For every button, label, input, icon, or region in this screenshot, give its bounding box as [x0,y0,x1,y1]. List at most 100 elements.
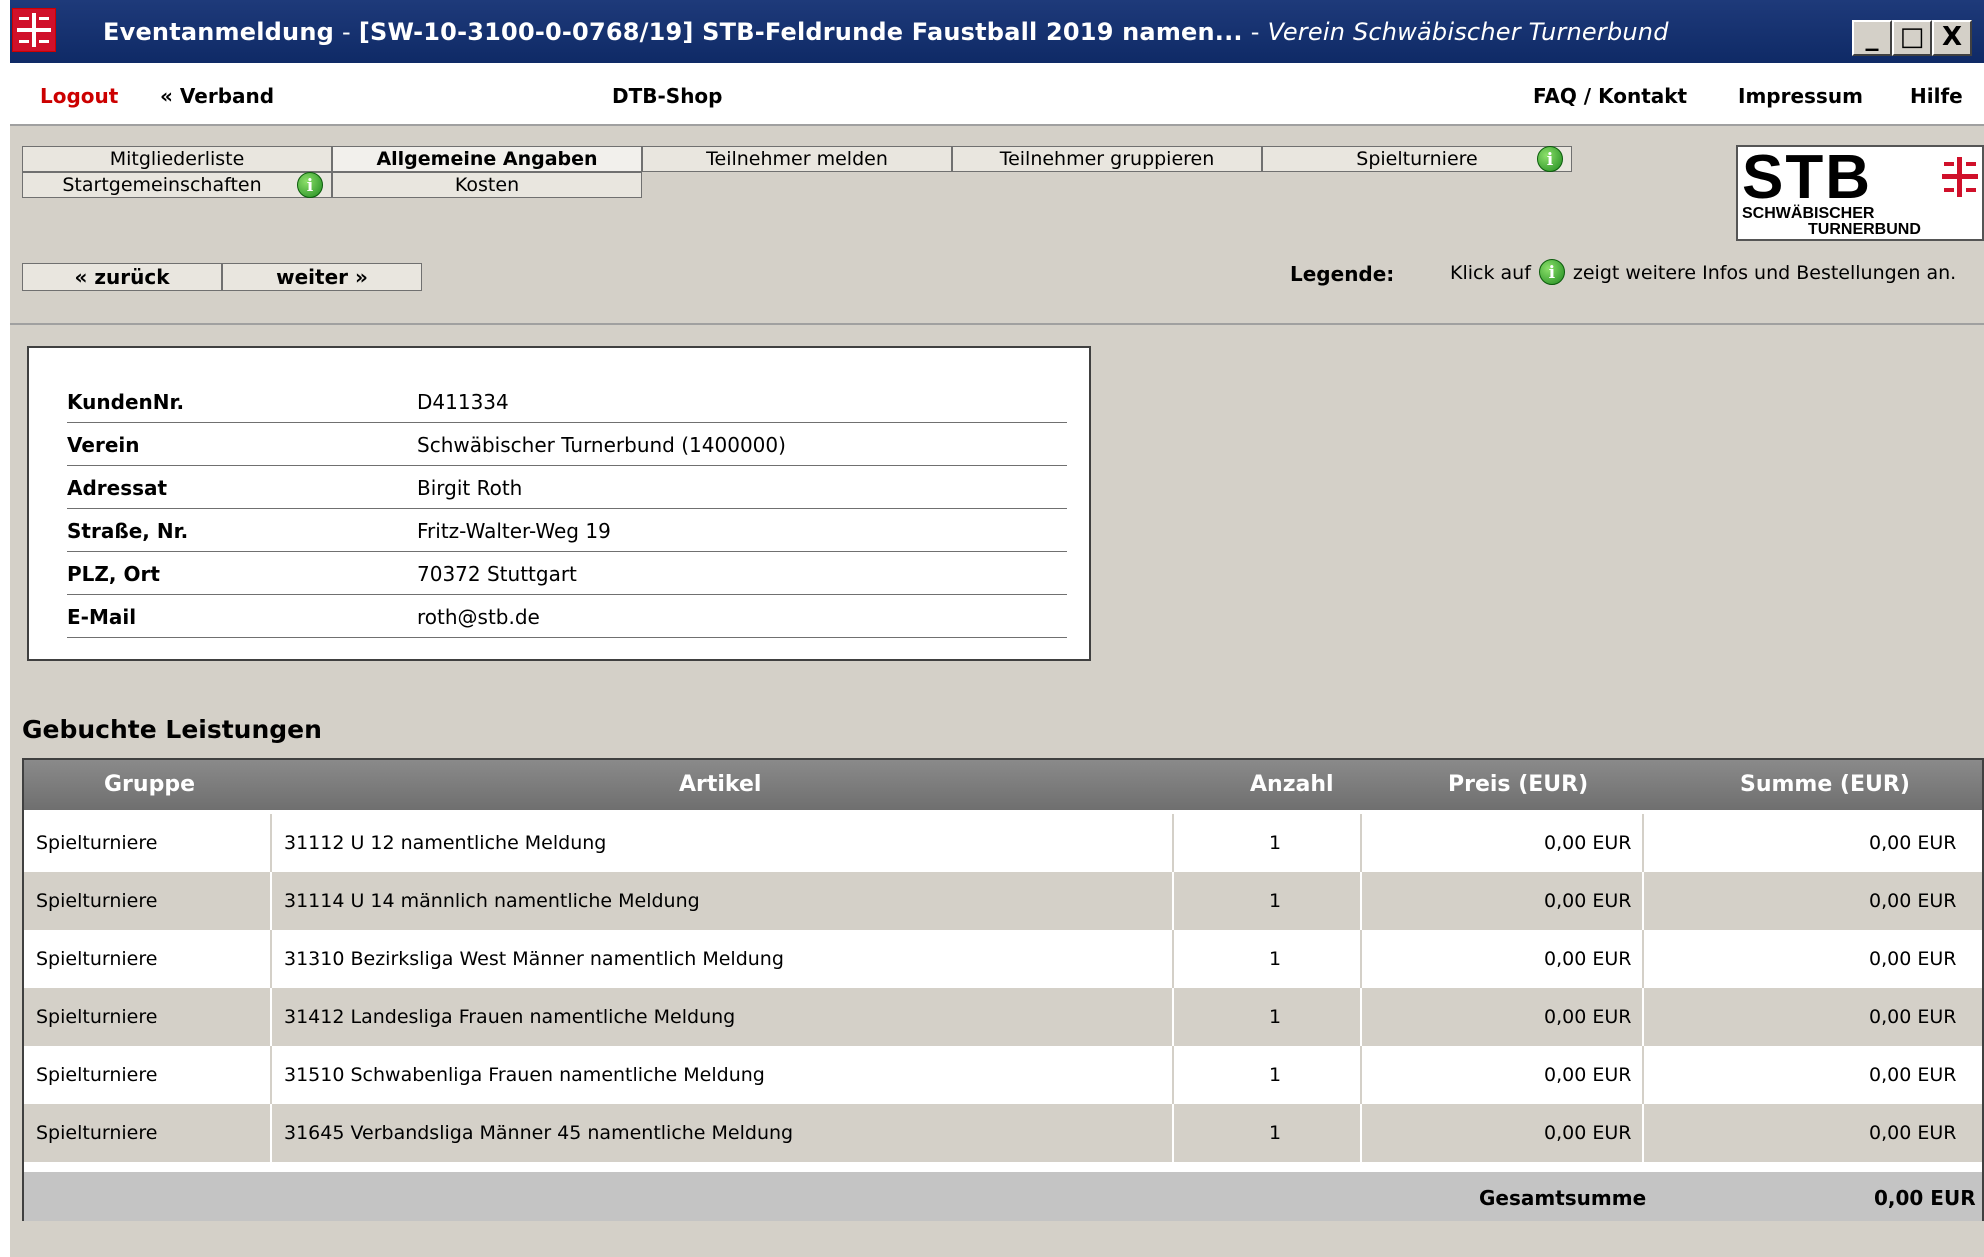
table-footer: Gesamtsumme 0,00 EUR [24,1172,1982,1221]
shop-link[interactable]: DTB-Shop [612,84,723,108]
table-header: Gruppe Artikel Anzahl Preis (EUR) Summe … [24,760,1982,810]
column-divider [270,988,272,1046]
cell-summe: 0,00 EUR [1869,890,1957,912]
app-window: Eventanmeldung - [SW-10-3100-0-0768/19] ST… [10,0,1984,1257]
column-divider [1642,1046,1644,1104]
header-anzahl: Anzahl [1250,772,1334,797]
header-summe: Summe (EUR) [1740,772,1910,797]
divider [10,323,1984,325]
tab-startgemeinschaften[interactable]: Startgemeinschaften i [22,172,332,198]
customer-value: D411334 [417,390,509,414]
cell-preis: 0,00 EUR [1544,1006,1632,1028]
column-divider [270,814,272,872]
tab-mitgliederliste[interactable]: Mitgliederliste [22,146,332,172]
legend-text-before: Klick auf [1450,262,1531,284]
table-row: Spielturniere 31510 Schwabenliga Frauen … [24,1046,1982,1104]
column-divider [1360,988,1362,1046]
info-icon[interactable]: i [297,172,323,198]
cell-gruppe: Spielturniere [36,948,158,970]
customer-label: KundenNr. [67,390,185,414]
cell-anzahl: 1 [1269,1006,1282,1028]
header-gruppe: Gruppe [104,772,195,797]
tab-teilnehmer-gruppieren[interactable]: Teilnehmer gruppieren [952,146,1262,172]
table-row: Spielturniere 31310 Bezirksliga West Män… [24,930,1982,988]
cell-artikel: 31412 Landesliga Frauen namentliche Meld… [284,1006,736,1028]
table-row: Spielturniere 31645 Verbandsliga Männer … [24,1104,1982,1162]
cell-summe: 0,00 EUR [1869,1122,1957,1144]
tab-allgemeine-angaben[interactable]: Allgemeine Angaben [332,146,642,172]
customer-row: PLZ, Ort 70372 Stuttgart [67,552,1067,595]
logout-link[interactable]: Logout [40,84,118,108]
header-preis: Preis (EUR) [1448,772,1589,797]
cell-anzahl: 1 [1269,948,1282,970]
total-value: 0,00 EUR [1874,1186,1976,1210]
cell-preis: 0,00 EUR [1544,1122,1632,1144]
cell-gruppe: Spielturniere [36,1122,158,1144]
column-divider [1642,1104,1644,1162]
customer-value: Schwäbischer Turnerbund (1400000) [417,433,786,457]
faq-link[interactable]: FAQ / Kontakt [1533,84,1687,108]
legend-text-after: zeigt weitere Infos und Bestellungen an. [1572,262,1957,284]
stb-logo-text: STB [1742,143,1872,212]
cell-preis: 0,00 EUR [1544,948,1632,970]
column-divider [1172,930,1174,988]
window-title: Eventanmeldung - [SW-10-3100-0-0768/19] ST… [103,18,1669,46]
customer-label: Verein [67,433,140,457]
customer-row: Verein Schwäbischer Turnerbund (1400000) [67,423,1067,466]
column-divider [1642,814,1644,872]
customer-label: PLZ, Ort [67,562,160,586]
header-artikel: Artikel [679,772,762,797]
column-divider [1360,872,1362,930]
services-table: Gruppe Artikel Anzahl Preis (EUR) Summe … [22,758,1984,1221]
minimize-button[interactable]: _ [1852,20,1892,56]
column-divider [1642,930,1644,988]
tab-label: Mitgliederliste [109,148,245,170]
hilfe-link[interactable]: Hilfe [1910,84,1963,108]
column-divider [1360,1046,1362,1104]
column-divider [1360,930,1362,988]
cell-summe: 0,00 EUR [1869,1064,1957,1086]
customer-label: Adressat [67,476,168,500]
column-divider [270,1104,272,1162]
verband-link[interactable]: « Verband [160,84,274,108]
back-button[interactable]: « zurück [22,263,222,291]
title-main: Eventanmeldung [103,18,334,46]
close-button[interactable]: X [1932,20,1972,56]
table-row: Spielturniere 31412 Landesliga Frauen na… [24,988,1982,1046]
column-divider [270,1046,272,1104]
stb-cross-logo-icon [12,8,56,52]
cell-summe: 0,00 EUR [1869,948,1957,970]
customer-label: E-Mail [67,605,137,629]
tab-label: Kosten [454,174,520,196]
maximize-button[interactable]: □ [1892,20,1932,56]
legend-text: Klick auf i zeigt weitere Infos und Bestel… [1450,258,1957,285]
title-separator: - [342,18,351,46]
table-row: Spielturniere 31112 U 12 namentliche Mel… [24,814,1982,872]
menu-bar: Logout « Verband DTB-Shop FAQ / Kontakt … [10,63,1984,126]
tab-teilnehmer-melden[interactable]: Teilnehmer melden [642,146,952,172]
cell-anzahl: 1 [1269,1122,1282,1144]
impressum-link[interactable]: Impressum [1738,84,1863,108]
next-button[interactable]: weiter » [222,263,422,291]
column-divider [270,930,272,988]
tab-label: Teilnehmer gruppieren [999,148,1215,170]
customer-value: Fritz-Walter-Weg 19 [417,519,611,543]
column-divider [1172,814,1174,872]
cell-gruppe: Spielturniere [36,890,158,912]
customer-value: Birgit Roth [417,476,523,500]
cell-preis: 0,00 EUR [1544,1064,1632,1086]
customer-label: Straße, Nr. [67,519,189,543]
legend-label: Legende: [1290,262,1395,286]
tab-spielturniere[interactable]: Spielturniere i [1262,146,1572,172]
cell-preis: 0,00 EUR [1544,890,1632,912]
customer-row: KundenNr. D411334 [67,380,1067,423]
column-divider [1642,872,1644,930]
cell-artikel: 31112 U 12 namentliche Meldung [284,832,607,854]
cell-anzahl: 1 [1269,832,1282,854]
cell-preis: 0,00 EUR [1544,832,1632,854]
column-divider [1642,988,1644,1046]
tab-label: Allgemeine Angaben [376,148,598,170]
tab-kosten[interactable]: Kosten [332,172,642,198]
info-icon[interactable]: i [1537,146,1563,172]
column-divider [1172,988,1174,1046]
